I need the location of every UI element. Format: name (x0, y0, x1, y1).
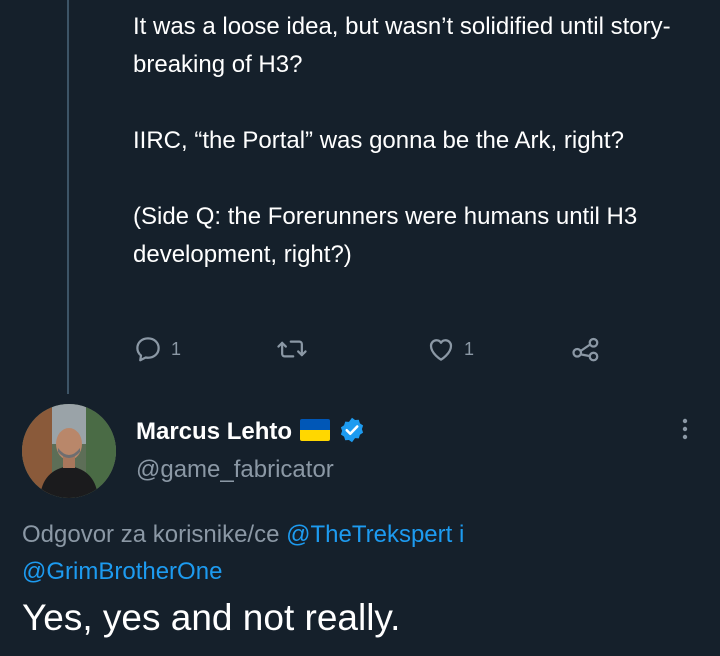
author-handle[interactable]: @game_fabricator (136, 456, 334, 484)
reply-icon (133, 334, 163, 364)
reply-button[interactable]: 1 (133, 330, 181, 368)
mention-link[interactable]: @GrimBrotherOne (22, 558, 222, 585)
previous-tweet-paragraph: (Side Q: the Forerunners were humans unt… (133, 203, 638, 268)
share-icon (570, 334, 602, 364)
previous-tweet-paragraph: IIRC, “the Portal” was gonna be the Ark,… (133, 127, 624, 154)
verified-badge-icon (338, 416, 366, 449)
more-vertical-icon (682, 417, 688, 446)
thread-connector-line (67, 0, 69, 394)
ukraine-flag-icon (300, 418, 331, 446)
reply-count: 1 (171, 338, 182, 359)
mention-link[interactable]: @TheTrekspert (286, 521, 452, 548)
previous-tweet-text: It was a loose idea, but wasn’t solidifi… (133, 8, 713, 312)
like-button[interactable]: 1 (426, 330, 474, 368)
tweet-actions-bar: 1 1 (133, 330, 613, 368)
author-display-name[interactable]: Marcus Lehto (136, 418, 292, 446)
retweet-button[interactable] (276, 330, 316, 368)
reply-prefix: Odgovor za korisnike/ce (22, 521, 280, 548)
heart-icon (426, 334, 456, 364)
retweet-icon (276, 334, 308, 364)
mention-conjunction: i (458, 521, 465, 548)
avatar[interactable] (22, 404, 116, 498)
share-button[interactable] (570, 330, 602, 368)
replying-to-line: Odgovor za korisnike/ce @TheTrekspert i … (22, 516, 712, 590)
more-options-button[interactable] (672, 416, 698, 446)
author-name-row: Marcus Lehto (136, 414, 366, 450)
previous-tweet-paragraph: It was a loose idea, but wasn’t solidifi… (133, 13, 671, 78)
tweet-body-text: Yes, yes and not really. (22, 597, 401, 638)
like-count: 1 (464, 338, 475, 359)
